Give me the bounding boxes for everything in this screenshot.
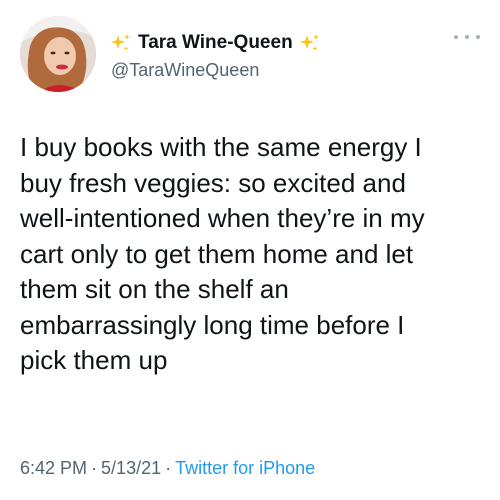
- avatar[interactable]: [20, 16, 96, 92]
- user-handle[interactable]: @TaraWineQueen: [111, 60, 259, 81]
- separator: ·: [91, 458, 98, 478]
- tweet-metadata: 6:42 PM · 5/13/21 · Twitter for iPhone: [20, 458, 315, 479]
- menu-dot: [454, 35, 458, 39]
- separator: ·: [165, 458, 172, 478]
- tweet-time[interactable]: 6:42 PM: [20, 458, 87, 478]
- display-name[interactable]: Tara Wine-Queen: [138, 32, 293, 54]
- tweet-card: Tara Wine-Queen @TaraWineQueen I buy boo…: [0, 0, 500, 500]
- tweet-source-link[interactable]: Twitter for iPhone: [175, 458, 315, 478]
- sparkles-icon: [110, 32, 132, 54]
- menu-dot: [476, 35, 480, 39]
- tweet-text: I buy books with the same energy I buy f…: [20, 132, 425, 375]
- sparkles-icon: [299, 32, 321, 54]
- menu-dot: [465, 35, 469, 39]
- display-name-row[interactable]: Tara Wine-Queen: [110, 30, 321, 56]
- tweet-date[interactable]: 5/13/21: [101, 458, 161, 478]
- more-options-icon[interactable]: [454, 30, 480, 44]
